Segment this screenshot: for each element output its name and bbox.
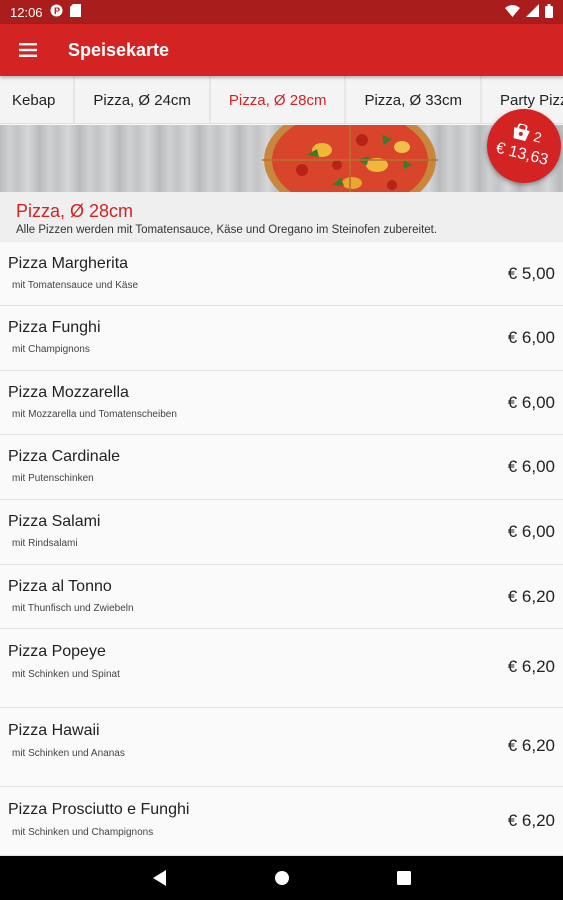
- cart-total: € 13,63: [494, 139, 551, 169]
- item-name: Pizza Funghi: [8, 319, 101, 336]
- menu-list: Pizza Margherita mit Tomatensauce und Kä…: [0, 242, 563, 856]
- item-description: mit Mozzarella und Tomatenscheiben: [12, 409, 177, 420]
- app-notification-icon: P: [50, 4, 63, 20]
- item-price: € 6,00: [507, 328, 555, 347]
- svg-text:P: P: [54, 6, 60, 16]
- item-name: Pizza Margherita: [8, 255, 129, 272]
- list-item[interactable]: Pizza Popeye mit Schinken und Spinat € 6…: [0, 629, 563, 708]
- wifi-icon: [505, 4, 520, 20]
- sd-card-icon: [69, 4, 81, 20]
- item-description: mit Putenschinken: [12, 473, 94, 484]
- recents-icon[interactable]: [392, 866, 416, 890]
- battery-icon: [545, 3, 553, 21]
- tab-pizza-33cm[interactable]: Pizza, Ø 33cm: [346, 76, 482, 123]
- list-item[interactable]: Pizza Prosciutto e Funghi mit Schinken u…: [0, 787, 563, 856]
- category-tabs: Kebap Pizza, Ø 24cm Pizza, Ø 28cm Pizza,…: [0, 76, 563, 124]
- status-time: 12:06: [10, 4, 43, 20]
- item-price: € 6,00: [507, 457, 555, 476]
- list-item[interactable]: Pizza Cardinale mit Putenschinken € 6,00: [0, 435, 563, 500]
- page-title: Speisekarte: [68, 39, 170, 60]
- system-nav-bar: [0, 856, 563, 900]
- pizza-image: [262, 125, 438, 192]
- tab-pizza-24cm[interactable]: Pizza, Ø 24cm: [75, 76, 211, 123]
- section-title: Pizza, Ø 28cm: [16, 201, 134, 221]
- item-price: € 6,00: [507, 522, 555, 541]
- hamburger-icon[interactable]: [0, 24, 56, 76]
- category-banner: [0, 125, 563, 192]
- list-item[interactable]: Pizza Hawaii mit Schinken und Ananas € 6…: [0, 708, 563, 787]
- item-name: Pizza Mozzarella: [8, 384, 129, 401]
- section-header: Pizza, Ø 28cm Alle Pizzen werden mit Tom…: [0, 192, 563, 242]
- back-icon[interactable]: [148, 866, 172, 890]
- item-description: mit Schinken und Spinat: [12, 669, 120, 680]
- section-description: Alle Pizzen werden mit Tomatensauce, Käs…: [16, 224, 438, 236]
- item-price: € 6,20: [507, 657, 555, 676]
- item-name: Pizza Popeye: [8, 643, 106, 660]
- item-price: € 6,20: [507, 736, 555, 755]
- item-name: Pizza Hawaii: [8, 722, 100, 739]
- item-description: mit Thunfisch und Zwiebeln: [12, 603, 134, 614]
- list-item[interactable]: Pizza al Tonno mit Thunfisch und Zwiebel…: [0, 565, 563, 629]
- app-bar: Speisekarte: [0, 24, 563, 76]
- signal-icon: [526, 4, 539, 20]
- item-price: € 6,20: [507, 811, 555, 830]
- home-icon[interactable]: [270, 866, 294, 890]
- item-description: mit Tomatensauce und Käse: [12, 280, 139, 291]
- shopping-bag-icon: [510, 122, 532, 145]
- item-description: mit Schinken und Ananas: [12, 748, 125, 759]
- item-description: mit Champignons: [12, 344, 90, 355]
- cart-count: 2: [531, 128, 544, 146]
- item-description: mit Schinken und Champignons: [12, 827, 154, 838]
- list-item[interactable]: Pizza Mozzarella mit Mozzarella und Toma…: [0, 371, 563, 435]
- tab-kebap[interactable]: Kebap: [0, 76, 76, 123]
- list-item[interactable]: Pizza Salami mit Rindsalami € 6,00: [0, 500, 563, 565]
- item-name: Pizza al Tonno: [8, 578, 112, 595]
- item-price: € 6,00: [507, 393, 555, 412]
- tab-pizza-28cm[interactable]: Pizza, Ø 28cm: [211, 76, 347, 123]
- item-name: Pizza Cardinale: [8, 448, 121, 465]
- list-item[interactable]: Pizza Funghi mit Champignons € 6,00: [0, 306, 563, 371]
- status-bar: 12:06 P: [0, 0, 563, 24]
- item-name: Pizza Prosciutto e Funghi: [8, 801, 190, 818]
- item-name: Pizza Salami: [8, 513, 101, 530]
- list-item[interactable]: Pizza Margherita mit Tomatensauce und Kä…: [0, 242, 563, 306]
- item-price: € 5,00: [507, 264, 555, 283]
- item-price: € 6,20: [507, 587, 555, 606]
- item-description: mit Rindsalami: [12, 538, 78, 549]
